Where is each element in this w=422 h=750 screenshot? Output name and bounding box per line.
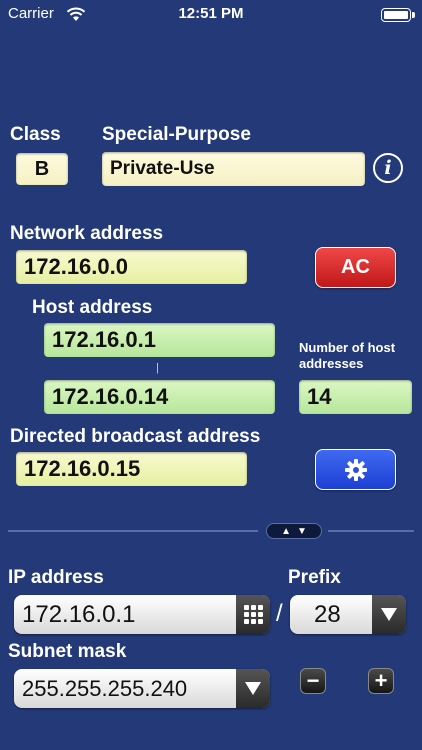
prefix-dropdown-button[interactable] (372, 595, 406, 634)
keypad-icon (243, 605, 263, 624)
network-address-field: 172.16.0.0 (16, 250, 247, 284)
prefix-value: 28 (314, 600, 341, 628)
broadcast-address-field: 172.16.0.15 (16, 452, 247, 486)
broadcast-address-label: Directed broadcast address (10, 426, 261, 447)
special-purpose-field: Private-Use (102, 152, 365, 186)
first-host-field: 172.16.0.1 (44, 323, 275, 357)
status-bar: Carrier 12:51 PM (0, 0, 422, 28)
clock: 12:51 PM (178, 5, 244, 22)
gear-icon (344, 458, 367, 481)
prefix-label: Prefix (288, 567, 341, 588)
triangle-up-icon: ▲ (281, 525, 291, 537)
ip-address-value: 172.16.0.1 (22, 600, 136, 628)
host-range-separator: | (156, 362, 159, 374)
prefix-slash: / (276, 600, 283, 627)
increment-button[interactable]: + (368, 668, 394, 694)
subnet-dropdown-button[interactable] (236, 669, 270, 708)
info-icon[interactable]: i (373, 153, 403, 183)
ip-address-label: IP address (8, 567, 104, 588)
prefix-select[interactable]: 28 (290, 595, 406, 634)
host-address-label: Host address (32, 297, 153, 318)
subnet-mask-value: 255.255.255.240 (22, 675, 188, 701)
class-field: B (16, 153, 68, 185)
decrement-button[interactable]: − (300, 668, 326, 694)
subnet-mask-label: Subnet mask (8, 641, 127, 662)
chevron-down-icon (381, 608, 397, 621)
network-address-label: Network address (10, 223, 164, 244)
keypad-button[interactable] (236, 595, 270, 634)
class-label: Class (10, 124, 61, 145)
chevron-down-icon (245, 682, 261, 695)
battery-icon (381, 8, 411, 22)
ip-address-input[interactable]: 172.16.0.1 (14, 595, 270, 634)
divider-right (328, 530, 414, 532)
all-clear-button[interactable]: AC (315, 247, 396, 288)
host-count-field: 14 (299, 380, 412, 414)
triangle-down-icon: ▼ (297, 525, 307, 537)
special-purpose-label: Special-Purpose (102, 124, 251, 145)
subnet-mask-select[interactable]: 255.255.255.240 (14, 669, 270, 708)
last-host-field: 172.16.0.14 (44, 380, 275, 414)
host-count-label: Number of host addresses (299, 340, 396, 371)
panel-toggle[interactable]: ▲ ▼ (266, 523, 322, 539)
battery-nub (412, 12, 415, 18)
divider-left (8, 530, 258, 532)
settings-button[interactable] (315, 449, 396, 490)
